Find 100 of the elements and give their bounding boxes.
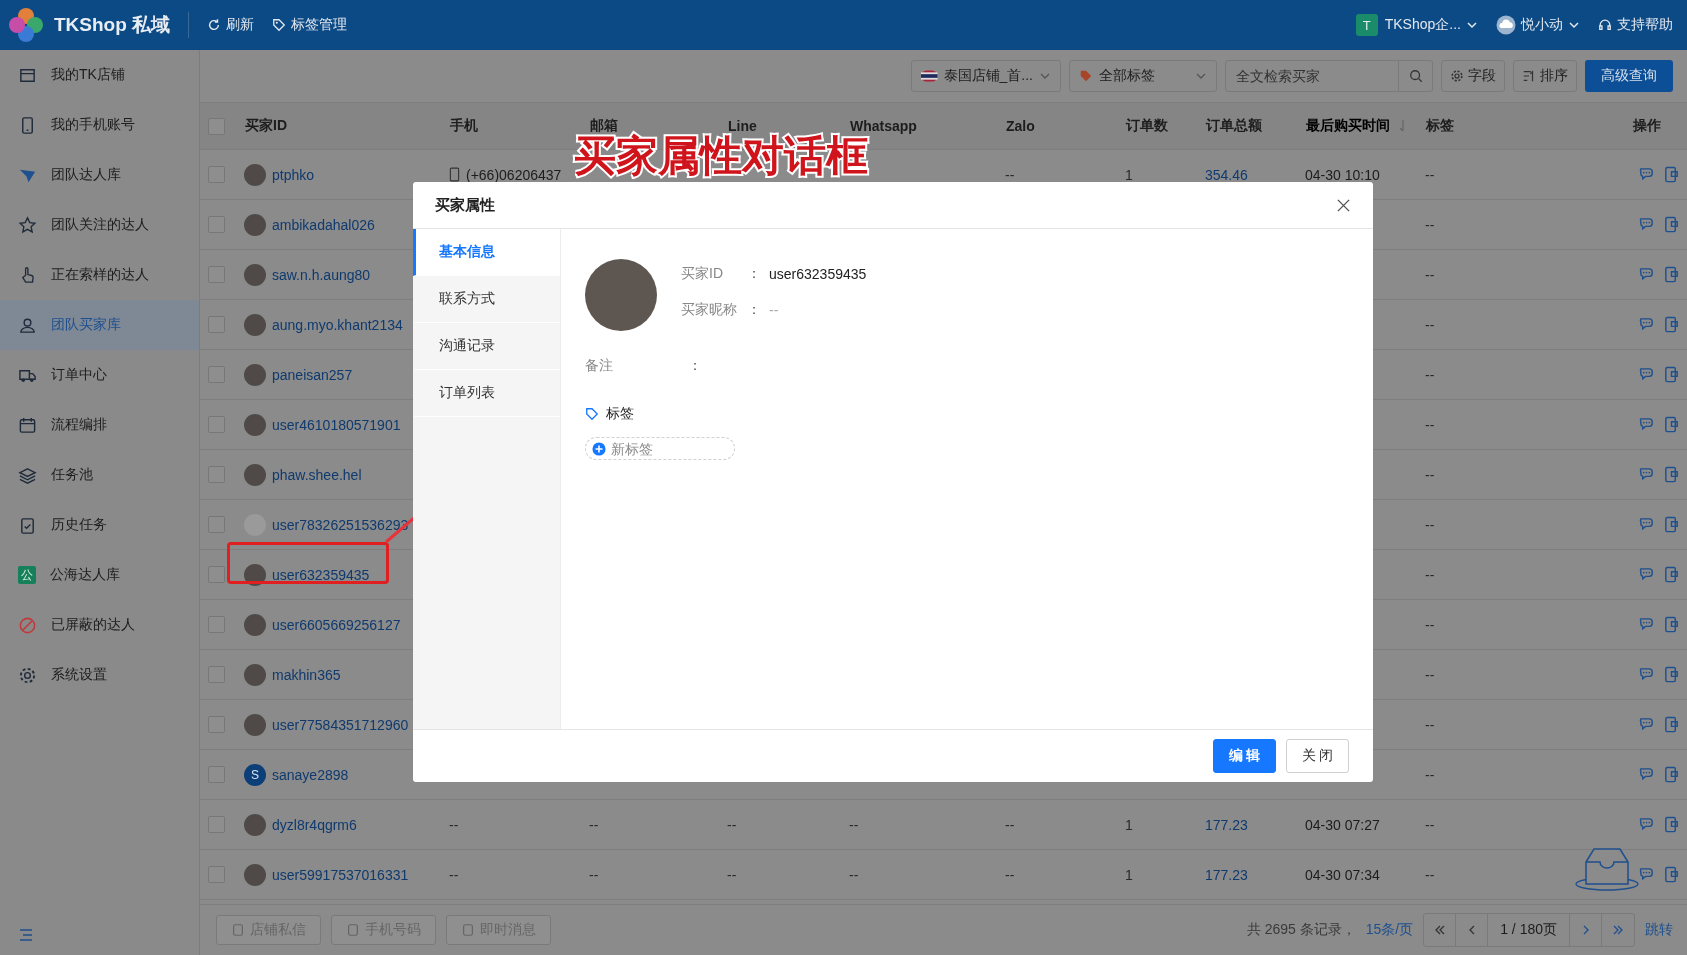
dialog-tab[interactable]: 联系方式 — [413, 276, 560, 323]
sidebar-item[interactable]: 正在索样的达人 — [0, 250, 199, 300]
sidebar-item[interactable]: 系统设置 — [0, 650, 199, 700]
team-switcher[interactable]: T TKShop企... — [1355, 14, 1478, 36]
table-cell: 1 — [1125, 866, 1133, 883]
buyer-id-link[interactable]: makhin365 — [272, 666, 341, 683]
tag-icon — [585, 407, 599, 421]
sidebar-item[interactable]: 我的手机账号 — [0, 100, 199, 150]
column-header: Zalo — [1006, 118, 1035, 134]
table-cell: -- — [1425, 166, 1435, 183]
photo-placeholder — [244, 613, 266, 636]
buyer-id-link[interactable]: user632359435 — [272, 566, 370, 583]
buyer-id-link[interactable]: user78326251536293 — [272, 516, 409, 533]
photo-placeholder — [244, 663, 266, 686]
buyer-id-link[interactable]: user59917537016331 — [272, 866, 409, 883]
buyer-id-link[interactable]: dyzl8r4qgrm6 — [272, 816, 357, 833]
phone-icon — [346, 923, 360, 937]
buyer-id-link[interactable]: phaw.shee.hel — [272, 466, 362, 483]
column-header: 手机 — [450, 117, 478, 135]
table-cell: -- — [1425, 266, 1435, 283]
user-menu[interactable]: 悦小动 — [1496, 15, 1580, 35]
table-cell: 1 — [1125, 166, 1133, 183]
shop-select[interactable]: 泰国店铺_首... — [911, 60, 1061, 92]
column-header: 订单总额 — [1206, 117, 1262, 135]
table-cell: -- — [1005, 816, 1015, 833]
table-cell: 177.23 — [1205, 816, 1248, 833]
plus-icon[interactable] — [592, 441, 606, 456]
table-cell: -- — [727, 866, 737, 883]
search-field[interactable]: 全文检索买家 — [1225, 60, 1399, 92]
new-tag-field[interactable]: 新标签 — [585, 437, 735, 460]
photo-placeholder — [244, 813, 266, 836]
column-header: 最后购买时间 — [1306, 117, 1390, 135]
dialog-tab[interactable]: 基本信息 — [413, 229, 560, 276]
field-label: 买家昵称 — [681, 301, 738, 319]
flag-icon — [921, 70, 938, 82]
buyer-id-link[interactable]: user77584351712960 — [272, 716, 409, 733]
empty-inbox-drawing — [1574, 846, 1640, 892]
table-cell: -- — [1425, 566, 1435, 583]
record-count: 共 2695 条记录， — [1246, 921, 1356, 939]
sidebar-item[interactable]: 历史任务 — [0, 500, 199, 550]
table-cell: -- — [589, 866, 599, 883]
table-cell: -- — [1425, 516, 1435, 533]
buyer-id-link[interactable]: aung.myo.khant2134 — [272, 316, 403, 333]
tag-select[interactable]: 全部标签 — [1069, 60, 1217, 92]
dialog-tab[interactable]: 订单列表 — [413, 370, 560, 417]
sidebar-item[interactable]: 订单中心 — [0, 350, 199, 400]
column-header: 操作 — [1633, 117, 1661, 135]
tag-icon — [1079, 69, 1093, 83]
table-cell: 177.23 — [1205, 866, 1248, 883]
table-cell: -- — [449, 866, 459, 883]
table-cell: -- — [727, 816, 737, 833]
gear-icon — [18, 665, 37, 685]
double-chevron-right-icon — [1612, 924, 1624, 936]
photo-placeholder — [244, 263, 266, 286]
photo-placeholder — [244, 863, 266, 886]
dialog-title: 买家属性 — [435, 195, 495, 215]
sidebar-item[interactable]: 已屏蔽的达人 — [0, 600, 199, 650]
refresh-button[interactable]: 刷新 — [207, 16, 255, 34]
table-cell: -- — [1005, 866, 1015, 883]
jump-link[interactable]: 跳转 — [1645, 921, 1673, 939]
buyer-id-link[interactable]: saw.n.h.aung80 — [272, 266, 371, 283]
column-header: Whatsapp — [850, 118, 917, 134]
photo-placeholder — [244, 313, 266, 336]
buyer-id-link[interactable]: ambikadahal026 — [272, 216, 375, 233]
table-cell: 04-30 07:34 — [1305, 866, 1380, 883]
sidebar-item[interactable]: 公 公海达人库 — [0, 550, 199, 600]
colon: ： — [747, 301, 761, 319]
sidebar-item[interactable]: 我的TK店铺 — [0, 50, 199, 100]
tag-manage-button[interactable]: 标签管理 — [272, 16, 348, 34]
buyer-id-link[interactable]: ptphko — [272, 166, 315, 183]
calendar-icon — [18, 415, 37, 435]
help-button[interactable]: 支持帮助 — [1598, 16, 1673, 34]
table-cell: -- — [1425, 416, 1435, 433]
fields-button[interactable]: 字段 — [1441, 60, 1505, 92]
table-cell: -- — [1425, 866, 1435, 883]
sidebar-item[interactable]: 流程编排 — [0, 400, 199, 450]
sidebar-item[interactable]: 团队达人库 — [0, 150, 199, 200]
page-size-select[interactable]: 15条/页 — [1365, 921, 1414, 939]
table-cell: -- — [449, 816, 459, 833]
column-header: 订单数 — [1126, 117, 1168, 135]
field-value: -- — [769, 302, 779, 318]
sidebar-item[interactable]: 团队关注的达人 — [0, 200, 199, 250]
advanced-search-button[interactable]: 高级查询 — [1585, 60, 1673, 92]
table-cell: 04-30 10:10 — [1305, 166, 1380, 183]
buyer-id-link[interactable]: sanaye2898 — [272, 766, 349, 783]
ban-icon — [18, 615, 37, 635]
close-button[interactable]: 关 闭 — [1286, 739, 1349, 773]
close-icon[interactable] — [1336, 197, 1351, 213]
sidebar-item[interactable]: 任务池 — [0, 450, 199, 500]
dialog-tab[interactable]: 沟通记录 — [413, 323, 560, 370]
buyer-id-link[interactable]: user6605669256127 — [272, 616, 401, 633]
buyer-id-link[interactable]: user4610180571901 — [272, 416, 401, 433]
buyer-id-link[interactable]: paneisan257 — [272, 366, 353, 383]
edit-button[interactable]: 编 辑 — [1213, 739, 1276, 773]
gear-icon — [1450, 69, 1464, 83]
caret-icon — [1568, 19, 1580, 31]
menu-icon[interactable] — [18, 927, 34, 943]
table-cell: -- — [1425, 616, 1435, 633]
sort-button[interactable]: 排序 — [1513, 60, 1577, 92]
search-button[interactable] — [1399, 60, 1433, 92]
